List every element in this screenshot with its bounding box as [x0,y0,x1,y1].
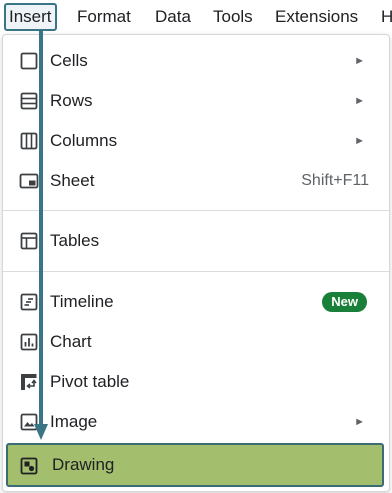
cells-icon [19,52,39,70]
menu-bar: Insert Format Data Tools Extensions H [0,0,392,34]
menu-data[interactable]: Data [155,5,191,29]
menu-help[interactable]: H [381,5,392,29]
timeline-icon [19,293,39,311]
submenu-arrow-icon: ► [354,95,365,107]
menu-item-image[interactable]: Image ► [3,402,389,442]
menu-item-label: Timeline [50,292,114,311]
tables-icon [19,232,39,250]
columns-icon [19,132,39,150]
menu-item-pivot-table[interactable]: Pivot table [3,362,389,402]
menu-item-label: Sheet [50,171,95,190]
menu-item-label: Columns [50,131,118,150]
chart-icon [19,333,39,351]
submenu-arrow-icon: ► [354,416,365,428]
rows-icon [19,92,39,110]
menu-item-sheet[interactable]: Sheet Shift+F11 [3,161,389,201]
menu-item-cells[interactable]: Cells ► [3,41,389,81]
menu-extensions[interactable]: Extensions [275,5,358,29]
menu-item-label: Cells [50,51,88,70]
keyboard-shortcut: Shift+F11 [301,172,369,189]
sheet-icon [19,172,39,190]
menu-format[interactable]: Format [77,5,131,29]
submenu-arrow-icon: ► [354,135,365,147]
menu-item-rows[interactable]: Rows ► [3,81,389,121]
menu-item-chart[interactable]: Chart [3,322,389,362]
new-badge: New [322,292,367,312]
pivot-table-icon [19,373,39,391]
image-icon [19,413,39,431]
menu-tools[interactable]: Tools [213,5,253,29]
menu-divider [3,271,389,272]
menu-item-tables[interactable]: Tables [3,221,389,261]
menu-item-timeline[interactable]: Timeline New [3,282,389,322]
menu-item-label: Tables [50,231,100,250]
menu-item-label: Drawing [52,455,115,474]
menu-item-label: Image [50,412,98,431]
insert-menu-dropdown: Cells ► Rows ► Columns ► Sheet Shift+F11… [2,34,390,492]
drawing-icon [19,457,39,475]
menu-item-columns[interactable]: Columns ► [3,121,389,161]
submenu-arrow-icon: ► [354,55,365,67]
menu-item-label: Pivot table [50,372,130,391]
menu-item-label: Rows [50,91,93,110]
menu-divider [3,210,389,211]
menu-item-drawing[interactable]: Drawing [6,443,384,487]
menu-insert[interactable]: Insert [4,3,57,31]
menu-item-label: Chart [50,332,92,351]
